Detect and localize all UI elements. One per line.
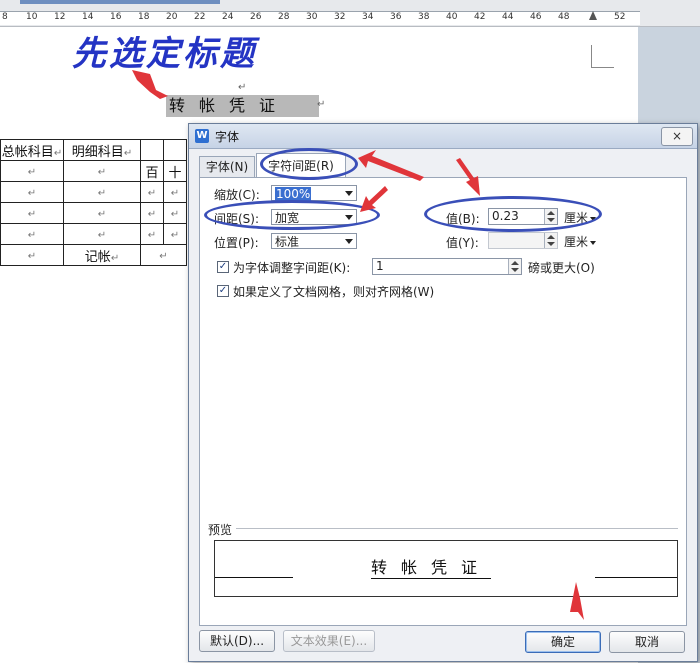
position-unit-dropdown[interactable]: 厘米 <box>564 233 597 250</box>
scale-label: 缩放(C): <box>214 188 260 202</box>
table-header-cell: 百 <box>140 160 164 182</box>
table-cell[interactable]: ↵ <box>140 202 164 224</box>
text-effects-button[interactable]: 文本效果(E)... <box>283 630 375 652</box>
table-cell[interactable]: ↵ <box>0 160 64 182</box>
table-cell[interactable]: ↵ <box>140 244 187 266</box>
spin-up-icon <box>547 235 555 239</box>
kerning-points-spinner[interactable]: 1 <box>372 258 522 275</box>
ruler-tick: 30 <box>306 12 318 22</box>
dialog-titlebar[interactable]: W 字体 × <box>189 124 697 149</box>
table-cell[interactable]: ↵ <box>63 223 141 245</box>
table-header-cell: 明细科目↵ <box>63 139 141 161</box>
preview-line <box>215 577 293 578</box>
ok-button[interactable]: 确定 <box>525 631 601 653</box>
ruler-tick: 12 <box>54 12 66 22</box>
table-cell[interactable]: ↵ <box>63 181 141 203</box>
table-cell[interactable]: ↵ <box>163 181 187 203</box>
ruler-tick: 52 <box>614 12 626 22</box>
preview-sample-text: 转帐凭证 <box>371 558 492 579</box>
table-cell[interactable]: ↵ <box>63 202 141 224</box>
table-cell[interactable]: ↵ <box>140 181 164 203</box>
ruler-tick: 14 <box>82 12 94 22</box>
close-icon[interactable]: × <box>661 127 693 146</box>
snap-grid-checkbox[interactable]: ✓ <box>217 285 229 297</box>
snap-grid-label: 如果定义了文档网格，则对齐网格(W) <box>233 285 435 299</box>
selected-document-title[interactable]: 转帐凭证 <box>166 95 319 117</box>
preview-line <box>595 577 677 578</box>
preview-divider <box>236 528 678 529</box>
ruler-tick: 38 <box>418 12 430 22</box>
kerning-label: 为字体调整字间距(K): <box>233 261 351 275</box>
table-cell[interactable]: ↵ <box>163 202 187 224</box>
voucher-table[interactable]: 总帐科目↵ 明细科目↵ ↵ ↵ 百 十 ↵ ↵ ↵ ↵ ↵ ↵ ↵ ↵ ↵ ↵ … <box>0 139 187 266</box>
ruler-tick: 36 <box>390 12 402 22</box>
highlight-ellipse-spacing <box>204 200 380 230</box>
wps-app-icon: W <box>195 129 209 143</box>
paragraph-mark: ↵ <box>238 82 247 93</box>
paragraph-mark: ↵ <box>317 99 326 110</box>
ruler-tick: 32 <box>334 12 346 22</box>
ruler-tick: 48 <box>558 12 570 22</box>
table-cell[interactable]: ↵ <box>140 223 164 245</box>
cancel-button[interactable]: 取消 <box>609 631 685 653</box>
preview-label: 预览 <box>208 523 233 537</box>
ruler-tick: 24 <box>222 12 234 22</box>
right-indent-marker[interactable] <box>589 11 597 20</box>
ruler-tick: 10 <box>26 12 38 22</box>
ruler-tick: 42 <box>474 12 486 22</box>
ruler-tick: 28 <box>278 12 290 22</box>
table-cell[interactable]: ↵ <box>0 202 64 224</box>
position-value-label: 值(Y): <box>446 236 479 250</box>
table-cell[interactable]: ↵ <box>0 244 64 266</box>
chevron-down-icon <box>345 191 353 196</box>
kerning-checkbox[interactable]: ✓ <box>217 261 229 273</box>
character-spacing-panel: 缩放(C): 100% 间距(S): 加宽 值(B): 0.23 厘米 位置(P… <box>199 177 687 626</box>
position-combo[interactable]: 标准 <box>271 233 357 249</box>
ruler-tick: 26 <box>250 12 262 22</box>
highlight-ellipse-tab <box>260 148 358 180</box>
table-cell[interactable]: ↵ <box>0 223 64 245</box>
ruler-tick: 20 <box>166 12 178 22</box>
ruler-tick: 22 <box>194 12 206 22</box>
spin-down-icon <box>547 242 555 246</box>
table-cell[interactable]: ↵ <box>63 160 141 182</box>
ruler-top-bar <box>20 0 220 4</box>
ruler-tick: 18 <box>138 12 150 22</box>
spinner-buttons[interactable] <box>544 233 557 248</box>
table-cell[interactable]: ↵ <box>163 223 187 245</box>
scale-combo[interactable]: 100% <box>271 185 357 201</box>
ruler-tick: 40 <box>446 12 458 22</box>
ruler-tick: 46 <box>530 12 542 22</box>
table-footer-cell: 记帐↵ <box>63 244 141 266</box>
kerning-suffix-label: 磅或更大(O) <box>528 261 595 275</box>
spinner-buttons[interactable] <box>508 259 521 274</box>
default-button[interactable]: 默认(D)... <box>199 630 275 652</box>
tab-font[interactable]: 字体(N) <box>199 156 255 177</box>
page-corner-mark <box>591 45 614 68</box>
table-cell <box>140 139 164 161</box>
table-cell[interactable]: ↵ <box>0 181 64 203</box>
position-label: 位置(P): <box>214 236 259 250</box>
position-value-spinner[interactable] <box>488 232 558 249</box>
table-header-cell: 十 <box>163 160 187 182</box>
spin-down-icon <box>511 268 519 272</box>
spin-up-icon <box>511 261 519 265</box>
dialog-title: 字体 <box>215 130 240 144</box>
preview-box: 转帐凭证 <box>214 540 678 597</box>
horizontal-ruler[interactable]: 8 10 12 14 16 18 20 22 24 26 28 30 32 34… <box>0 0 700 27</box>
highlight-ellipse-value <box>424 196 602 232</box>
ruler-tick: 8 <box>2 12 8 22</box>
chevron-down-icon <box>345 239 353 244</box>
ruler-tick: 16 <box>110 12 122 22</box>
annotation-title-text: 先选定标题 <box>72 34 257 74</box>
ruler-strip <box>0 11 640 25</box>
chevron-down-icon <box>590 240 597 245</box>
table-cell <box>163 139 187 161</box>
table-header-cell: 总帐科目↵ <box>0 139 64 161</box>
ruler-tick: 44 <box>502 12 514 22</box>
ruler-tick: 34 <box>362 12 374 22</box>
